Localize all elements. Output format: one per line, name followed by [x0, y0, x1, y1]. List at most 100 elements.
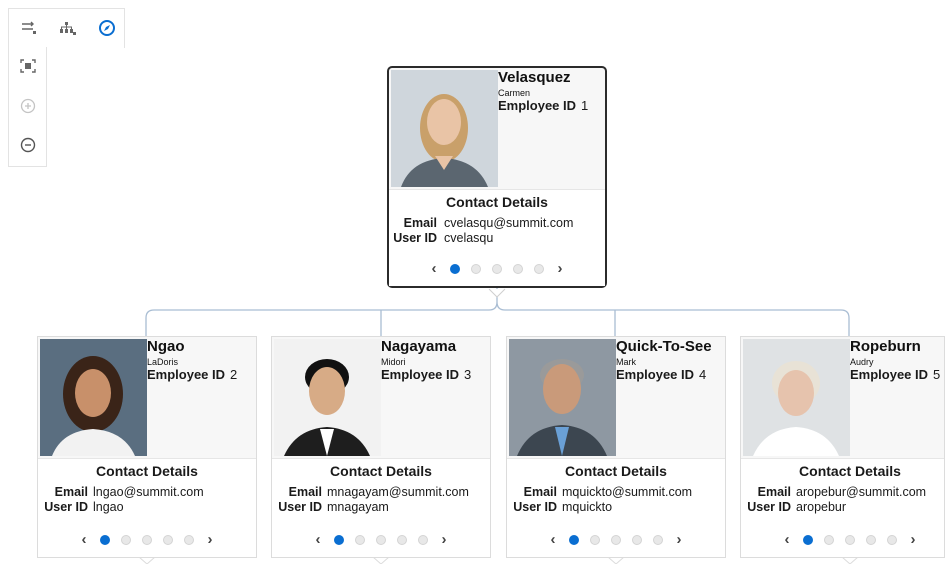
employee-photo: [743, 339, 850, 456]
employee-id: Employee ID 3: [381, 367, 471, 382]
page-dot[interactable]: [397, 535, 407, 545]
employee-first-name: Carmen: [498, 88, 531, 98]
employee-id-value: 2: [230, 367, 238, 382]
employee-id-label: Employee ID: [498, 98, 577, 113]
page-dot[interactable]: [513, 264, 523, 274]
contact-details-title: Contact Details: [799, 463, 901, 479]
user-id-value: cvelasqu: [444, 231, 494, 245]
employee-id-value: 4: [699, 367, 707, 382]
employee-first-name: Audry: [850, 357, 874, 367]
employee-id-value: 3: [464, 367, 472, 382]
page-dot[interactable]: [569, 535, 579, 545]
employee-card[interactable]: Ropeburn Audry Employee ID 5 Contact Deta…: [740, 336, 945, 558]
page-dot[interactable]: [887, 535, 897, 545]
employee-id: Employee ID 5: [850, 367, 940, 382]
page-dot[interactable]: [121, 535, 131, 545]
card-pager: ‹ ›: [38, 532, 256, 547]
employee-id-value: 1: [581, 98, 589, 113]
employee-photo: [274, 339, 381, 456]
employee-last-name: Ngao: [147, 338, 185, 355]
employee-id: Employee ID 1: [498, 98, 588, 113]
page-dot[interactable]: [376, 535, 386, 545]
employee-photo: [40, 339, 147, 456]
page-dot[interactable]: [611, 535, 621, 545]
email-value: aropebur@summit.com: [796, 485, 927, 499]
employee-id-label: Employee ID: [381, 367, 460, 382]
email-label: Email: [523, 485, 557, 499]
page-dot[interactable]: [418, 535, 428, 545]
email-value: cvelasqu@summit.com: [444, 216, 574, 230]
user-id-value: mnagayam: [327, 500, 389, 514]
employee-card[interactable]: Nagayama Midori Employee ID 3 Contact Det…: [271, 336, 491, 558]
page-dot[interactable]: [471, 264, 481, 274]
chevron-left-icon[interactable]: ‹: [79, 532, 89, 547]
page-dot[interactable]: [355, 535, 365, 545]
user-id-label: User ID: [747, 500, 791, 514]
user-id-value: lngao: [93, 500, 124, 514]
contact-details-title: Contact Details: [446, 194, 548, 210]
employee-id-value: 5: [933, 367, 941, 382]
page-dot[interactable]: [334, 535, 344, 545]
employee-last-name: Nagayama: [381, 338, 457, 355]
user-id-label: User ID: [513, 500, 557, 514]
employee-photo: [391, 70, 498, 187]
chevron-left-icon[interactable]: ‹: [429, 261, 439, 276]
page-dot[interactable]: [866, 535, 876, 545]
chevron-right-icon[interactable]: ›: [205, 532, 215, 547]
employee-card[interactable]: Quick-To-See Mark Employee ID 4 Contact D…: [506, 336, 726, 558]
page-dot[interactable]: [184, 535, 194, 545]
employee-card-root[interactable]: Velasquez Carmen Employee ID 1 Contact De…: [387, 66, 607, 288]
employee-id: Employee ID 4: [616, 367, 706, 382]
user-id-label: User ID: [278, 500, 322, 514]
user-id-value: mquickto: [562, 500, 613, 514]
page-dot[interactable]: [632, 535, 642, 545]
page-dot[interactable]: [100, 535, 110, 545]
employee-last-name: Ropeburn: [850, 338, 921, 355]
employee-card[interactable]: Ngao LaDoris Employee ID 2 Contact Detail…: [37, 336, 257, 558]
page-dot[interactable]: [845, 535, 855, 545]
employee-last-name: Velasquez: [498, 69, 571, 86]
employee-first-name: Mark: [616, 357, 636, 367]
card-pager: ‹ ›: [741, 532, 945, 547]
chevron-right-icon[interactable]: ›: [439, 532, 449, 547]
chevron-left-icon[interactable]: ‹: [548, 532, 558, 547]
page-dot[interactable]: [824, 535, 834, 545]
chevron-right-icon[interactable]: ›: [555, 261, 565, 276]
email-value: lngao@summit.com: [93, 485, 204, 499]
page-dot[interactable]: [163, 535, 173, 545]
email-label: Email: [757, 485, 791, 499]
page-dot[interactable]: [590, 535, 600, 545]
email-value: mquickto@summit.com: [562, 485, 693, 499]
page-dot[interactable]: [492, 264, 502, 274]
page-dot[interactable]: [450, 264, 460, 274]
employee-id-label: Employee ID: [850, 367, 929, 382]
chevron-left-icon[interactable]: ‹: [313, 532, 323, 547]
page-dot[interactable]: [142, 535, 152, 545]
employee-id-label: Employee ID: [147, 367, 226, 382]
chevron-right-icon[interactable]: ›: [908, 532, 918, 547]
user-id-value: aropebur: [796, 500, 847, 514]
page-dot[interactable]: [534, 264, 544, 274]
card-pager: ‹ ›: [389, 261, 605, 276]
page-dot[interactable]: [803, 535, 813, 545]
employee-id-label: Employee ID: [616, 367, 695, 382]
card-pager: ‹ ›: [272, 532, 490, 547]
user-id-label: User ID: [393, 231, 437, 245]
chevron-left-icon[interactable]: ‹: [782, 532, 792, 547]
card-pager: ‹ ›: [507, 532, 725, 547]
page-dot[interactable]: [653, 535, 663, 545]
employee-photo: [509, 339, 616, 456]
employee-last-name: Quick-To-See: [616, 338, 712, 355]
email-value: mnagayam@summit.com: [327, 485, 469, 499]
contact-details-title: Contact Details: [330, 463, 432, 479]
email-label: Email: [288, 485, 322, 499]
email-label: Email: [403, 216, 437, 230]
employee-id: Employee ID 2: [147, 367, 237, 382]
contact-details-title: Contact Details: [565, 463, 667, 479]
user-id-label: User ID: [44, 500, 88, 514]
employee-first-name: LaDoris: [147, 357, 179, 367]
contact-details-title: Contact Details: [96, 463, 198, 479]
email-label: Email: [54, 485, 88, 499]
employee-first-name: Midori: [381, 357, 406, 367]
chevron-right-icon[interactable]: ›: [674, 532, 684, 547]
